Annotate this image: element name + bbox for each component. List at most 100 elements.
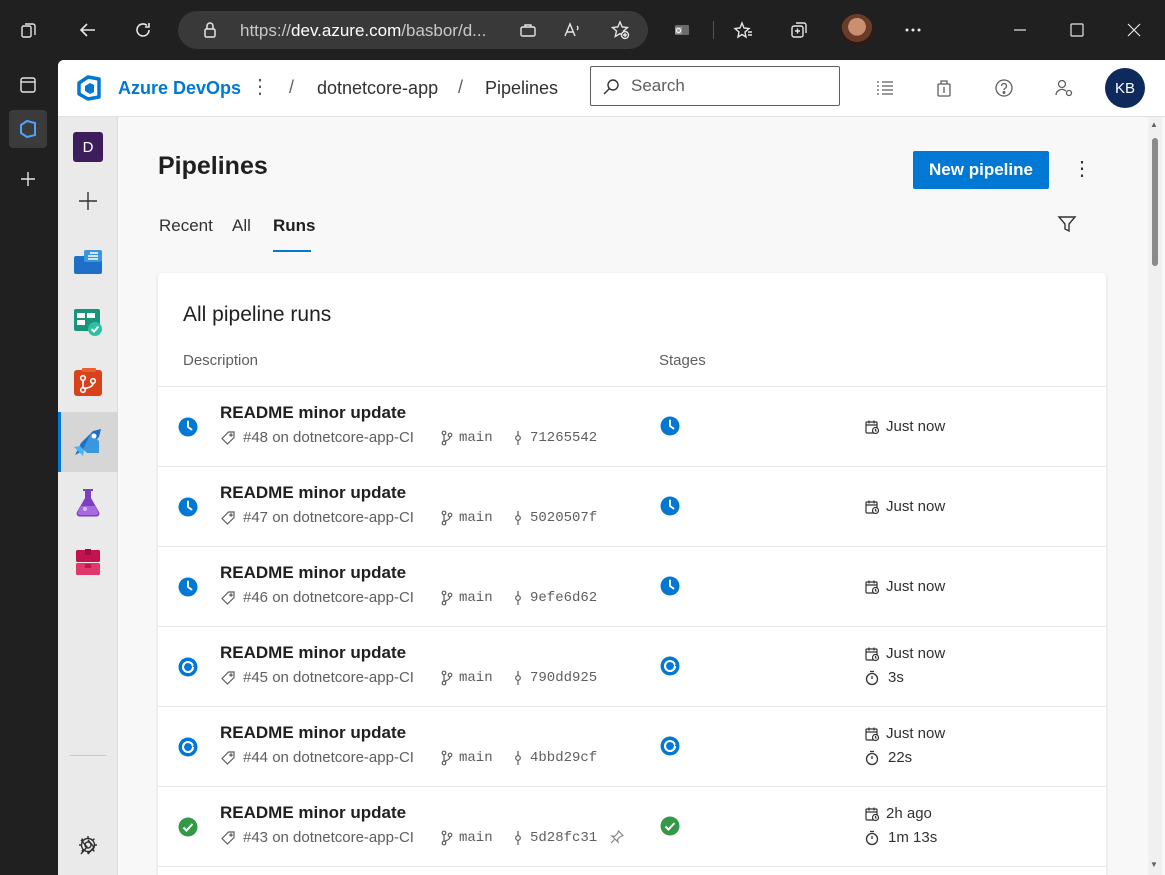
nav-artifacts[interactable] (58, 532, 118, 592)
url-text[interactable]: https://dev.azure.com/basbor/d... (240, 21, 486, 41)
search-input[interactable] (631, 76, 821, 96)
column-header-description: Description (183, 352, 259, 369)
stage-running-icon[interactable] (660, 656, 680, 676)
nav-expand[interactable] (58, 817, 118, 875)
branch-icon (440, 670, 454, 690)
lock-icon[interactable] (192, 12, 228, 48)
tag-icon (220, 590, 236, 610)
run-row[interactable]: README minor update #46 on dotnetcore-app… (158, 547, 1106, 627)
run-title[interactable]: README minor update (220, 803, 406, 823)
run-row[interactable]: README minor update #48 on dotnetcore-app… (158, 387, 1106, 467)
scroll-down-arrow-icon[interactable]: ▼ (1150, 860, 1158, 869)
minimize-icon[interactable] (1002, 12, 1038, 48)
header-more-icon[interactable]: ⋮ (250, 74, 270, 99)
address-bar[interactable]: https://dev.azure.com/basbor/d... (178, 11, 648, 49)
run-when: 2h ago (886, 805, 932, 822)
nav-add[interactable] (58, 171, 118, 231)
stage-running-icon[interactable] (660, 736, 680, 756)
run-row[interactable]: README minor update #44 on dotnetcore-app… (158, 707, 1106, 787)
nav-test-plans[interactable] (58, 472, 118, 532)
commit-icon (512, 670, 524, 690)
run-branch: main (459, 590, 493, 606)
workspaces-icon[interactable] (11, 12, 47, 48)
marketplace-icon[interactable] (930, 74, 958, 102)
run-row[interactable]: README minor update #47 on dotnetcore-app… (158, 467, 1106, 547)
run-branch: main (459, 750, 493, 766)
stage-queued-icon[interactable] (660, 576, 680, 596)
boards-icon (74, 309, 102, 336)
tab-panel-icon[interactable] (9, 66, 47, 104)
outlook-extension-icon[interactable] (664, 12, 700, 48)
stage-queued-icon[interactable] (660, 416, 680, 436)
tab-all[interactable]: All (232, 216, 251, 236)
product-name[interactable]: Azure DevOps (118, 78, 241, 99)
nav-pipelines[interactable] (58, 412, 118, 472)
close-icon[interactable] (1116, 12, 1152, 48)
page-more-icon[interactable]: ⋮ (1072, 156, 1092, 184)
run-commit[interactable]: 71265542 (530, 430, 597, 446)
run-branch: main (459, 430, 493, 446)
favorites-icon[interactable] (725, 12, 761, 48)
back-icon[interactable] (70, 12, 106, 48)
timer-icon (864, 750, 880, 770)
azure-devops-tab-icon[interactable] (9, 110, 47, 148)
help-icon[interactable] (990, 74, 1018, 102)
overview-icon (74, 250, 102, 274)
new-tab-icon[interactable] (9, 160, 47, 198)
tag-icon (220, 830, 236, 850)
nav-repos[interactable] (58, 352, 118, 412)
run-when: Just now (886, 418, 946, 435)
add-favorite-icon[interactable] (602, 12, 638, 48)
tab-runs[interactable]: Runs (273, 216, 316, 236)
nav-boards[interactable] (58, 292, 118, 352)
nav-project[interactable]: D (58, 117, 118, 177)
run-title[interactable]: README minor update (220, 563, 406, 583)
new-pipeline-button[interactable]: New pipeline (913, 151, 1049, 189)
run-title[interactable]: README minor update (220, 483, 406, 503)
read-aloud-icon[interactable] (554, 12, 590, 48)
profile-avatar[interactable] (841, 14, 873, 46)
run-status-queued-icon (178, 577, 198, 597)
azure-devops-logo-icon[interactable] (75, 74, 103, 102)
run-commit[interactable]: 5d28fc31 (530, 830, 597, 846)
tab-recent[interactable]: Recent (159, 216, 213, 236)
more-icon[interactable] (895, 12, 931, 48)
app-available-icon[interactable] (510, 12, 546, 48)
run-title[interactable]: README minor update (220, 403, 406, 423)
breadcrumb-pipelines[interactable]: Pipelines (485, 78, 558, 99)
user-avatar[interactable]: KB (1105, 68, 1145, 108)
breadcrumb-separator: / (458, 77, 464, 97)
run-commit[interactable]: 790dd925 (530, 670, 597, 686)
run-row[interactable]: README minor update #45 on dotnetcore-app… (158, 627, 1106, 707)
page-title: Pipelines (158, 152, 268, 180)
nav-overview[interactable] (58, 232, 118, 292)
run-commit[interactable]: 5020507f (530, 510, 597, 526)
run-number: #48 on dotnetcore-app-CI (243, 429, 414, 446)
pin-icon[interactable] (609, 829, 625, 849)
filter-icon[interactable] (1056, 213, 1078, 235)
collections-icon[interactable] (781, 12, 817, 48)
refresh-icon[interactable] (125, 12, 161, 48)
scrollbar-thumb[interactable] (1152, 138, 1158, 266)
branch-icon (440, 830, 454, 850)
user-settings-icon[interactable] (1050, 74, 1078, 102)
project-badge: D (73, 132, 103, 162)
timer-icon (864, 830, 880, 850)
stage-queued-icon[interactable] (660, 496, 680, 516)
stage-succeeded-icon[interactable] (660, 816, 680, 836)
column-header-stages: Stages (659, 352, 706, 369)
work-items-icon[interactable] (871, 74, 899, 102)
run-title[interactable]: README minor update (220, 723, 406, 743)
run-commit[interactable]: 4bbd29cf (530, 750, 597, 766)
branch-icon (440, 590, 454, 610)
maximize-icon[interactable] (1059, 12, 1095, 48)
calendar-icon (864, 806, 880, 826)
breadcrumb-project[interactable]: dotnetcore-app (317, 78, 438, 99)
run-commit[interactable]: 9efe6d62 (530, 590, 597, 606)
calendar-icon (864, 646, 880, 666)
run-row[interactable]: README minor update #43 on dotnetcore-app… (158, 787, 1106, 867)
pipeline-runs-card: All pipeline runs Description Stages REA… (158, 273, 1106, 875)
search-box[interactable] (590, 66, 840, 106)
scroll-up-arrow-icon[interactable]: ▲ (1150, 120, 1158, 129)
run-title[interactable]: README minor update (220, 643, 406, 663)
